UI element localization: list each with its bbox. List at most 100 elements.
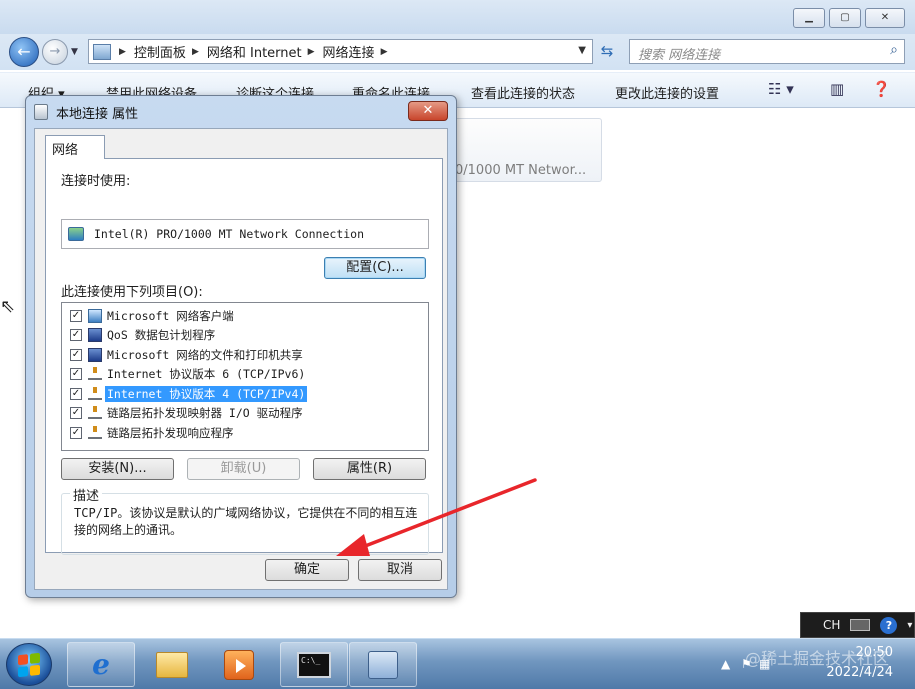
close-button[interactable]: ✕: [865, 8, 905, 28]
breadcrumb-network-connections[interactable]: 网络连接: [323, 42, 375, 61]
dialog-titlebar: 本地连接 属性: [34, 102, 138, 122]
search-icon[interactable]: ⌕: [890, 42, 898, 58]
item-checkbox[interactable]: ✓: [70, 309, 82, 322]
taskbar-internet-explorer[interactable]: e: [67, 642, 135, 687]
list-item[interactable]: ✓ Microsoft 网络的文件和打印机共享: [62, 345, 428, 365]
item-checkbox[interactable]: ✓: [70, 387, 82, 400]
chevron-right-icon[interactable]: ▶: [119, 47, 126, 57]
list-item-selected[interactable]: ✓ Internet 协议版本 4 (TCP/IPv4): [62, 384, 428, 404]
help-icon[interactable]: ❓: [872, 80, 891, 100]
command-prompt-icon: C:\_: [297, 651, 331, 678]
refresh-icon[interactable]: ⇆: [595, 39, 619, 64]
taskbar-command-prompt[interactable]: C:\_: [280, 642, 348, 687]
recent-pages-dropdown[interactable]: ▼: [71, 47, 78, 57]
item-checkbox[interactable]: ✓: [70, 407, 82, 420]
taskbar-file-explorer[interactable]: [138, 642, 206, 687]
adapter-name: Intel(R) PRO/1000 MT Network Connection: [94, 227, 365, 241]
list-item[interactable]: ✓ Internet 协议版本 6 (TCP/IPv6): [62, 365, 428, 385]
system-tray: ▲ ⚑ ▦ @稀土掘金技术社区 20:50 2022/4/24: [715, 639, 915, 689]
chevron-right-icon[interactable]: ▶: [381, 47, 388, 57]
language-bar[interactable]: CH ? ▾: [800, 612, 915, 638]
help-icon[interactable]: ?: [880, 616, 898, 634]
connection-tile-label: 0/1000 MT Networ...: [455, 163, 587, 178]
item-label: Microsoft 网络客户端: [107, 308, 234, 323]
computer-icon: [88, 328, 102, 343]
show-hidden-icons-icon[interactable]: ▲: [721, 657, 730, 671]
protocol-icon: [88, 425, 102, 439]
windows-logo-icon: [18, 652, 40, 677]
computer-icon: [88, 347, 102, 362]
view-options-icon[interactable]: ☷ ▾: [768, 80, 794, 100]
minimize-button[interactable]: ▁: [793, 8, 825, 28]
item-label: Internet 协议版本 6 (TCP/IPv6): [107, 367, 306, 382]
start-button[interactable]: [6, 643, 52, 686]
change-settings-button[interactable]: 更改此连接的设置: [615, 83, 719, 102]
description-group: 描述 TCP/IP。该协议是默认的广域网络协议，它提供在不同的相互连接的网络上的…: [61, 485, 429, 555]
configure-button[interactable]: 配置(C)...: [324, 257, 426, 279]
chevron-right-icon[interactable]: ▶: [308, 47, 315, 57]
item-label: Microsoft 网络的文件和打印机共享: [107, 347, 303, 362]
network-connections-icon: [368, 650, 398, 679]
internet-explorer-icon: e: [92, 648, 110, 681]
item-label: 链路层拓扑发现映射器 I/O 驱动程序: [107, 406, 303, 421]
network-adapter-icon: [68, 227, 84, 241]
keyboard-icon[interactable]: [850, 619, 871, 631]
taskbar-media-player[interactable]: [205, 642, 273, 687]
cancel-button[interactable]: 取消: [358, 559, 442, 581]
preview-pane-icon[interactable]: ▥: [830, 80, 844, 100]
description-title: 描述: [70, 485, 103, 504]
navigation-bar: ← → ▼ ▶ 控制面板 ▶ 网络和 Internet ▶ 网络连接 ▶ ▼ ⇆…: [0, 34, 915, 70]
breadcrumb-control-panel[interactable]: 控制面板: [134, 42, 186, 61]
chevron-down-icon[interactable]: ▾: [907, 620, 912, 631]
window-titlebar: ▁ ▢ ✕: [0, 0, 915, 34]
list-item[interactable]: ✓ 链路层拓扑发现映射器 I/O 驱动程序: [62, 404, 428, 424]
forward-button[interactable]: →: [42, 39, 68, 65]
connection-items-list[interactable]: ✓ Microsoft 网络客户端 ✓ QoS 数据包计划程序 ✓ Micros…: [61, 302, 429, 451]
dialog-body: 网络 连接时使用: Intel(R) PRO/1000 MT Network C…: [34, 128, 448, 590]
media-player-icon: [224, 649, 254, 680]
properties-button[interactable]: 属性(R): [313, 458, 426, 480]
item-label: 链路层拓扑发现响应程序: [107, 425, 234, 440]
ok-button[interactable]: 确定: [265, 559, 349, 581]
protocol-icon: [88, 406, 102, 420]
folder-icon: [156, 651, 188, 678]
back-button[interactable]: ←: [9, 37, 39, 67]
description-text: TCP/IP。该协议是默认的广域网络协议，它提供在不同的相互连接的网络上的通讯。: [74, 506, 418, 537]
list-item[interactable]: ✓ QoS 数据包计划程序: [62, 326, 428, 346]
item-checkbox[interactable]: ✓: [70, 348, 82, 361]
uninstall-button[interactable]: 卸载(U): [187, 458, 300, 480]
install-button[interactable]: 安装(N)...: [61, 458, 174, 480]
item-label: Internet 协议版本 4 (TCP/IPv4): [105, 385, 308, 402]
protocol-icon: [88, 386, 102, 400]
tab-network[interactable]: 网络: [45, 135, 105, 159]
network-client-icon: [88, 308, 102, 323]
protocol-icon: [88, 367, 102, 381]
item-checkbox[interactable]: ✓: [70, 426, 82, 439]
taskbar: e C:\_ ▲ ⚑ ▦ @稀土掘金技术社区 20:50 2022/4/24: [0, 638, 915, 689]
chevron-right-icon[interactable]: ▶: [192, 47, 199, 57]
item-checkbox[interactable]: ✓: [70, 368, 82, 381]
clock-time[interactable]: 20:50: [856, 645, 893, 660]
network-adapter-icon: [34, 104, 48, 120]
breadcrumb-network-internet[interactable]: 网络和 Internet: [207, 42, 302, 61]
language-indicator[interactable]: CH: [823, 618, 840, 632]
clock-date[interactable]: 2022/4/24: [826, 665, 893, 680]
taskbar-network-connections[interactable]: [349, 642, 417, 687]
item-label: QoS 数据包计划程序: [107, 328, 216, 343]
search-input[interactable]: 搜索 网络连接 ⌕: [629, 39, 905, 64]
network-tab-page: 连接时使用: Intel(R) PRO/1000 MT Network Conn…: [45, 158, 443, 555]
items-label: 此连接使用下列项目(O):: [61, 285, 203, 300]
connection-tile[interactable]: 0/1000 MT Networ...: [440, 118, 602, 182]
list-item[interactable]: ✓ Microsoft 网络客户端: [62, 306, 428, 326]
local-connection-properties-dialog: 本地连接 属性 ✕ 网络 连接时使用: Intel(R) PRO/1000 MT…: [25, 95, 457, 598]
list-item[interactable]: ✓ 链路层拓扑发现响应程序: [62, 423, 428, 443]
search-placeholder: 搜索 网络连接: [638, 48, 721, 63]
address-bar[interactable]: ▶ 控制面板 ▶ 网络和 Internet ▶ 网络连接 ▶ ▼: [88, 39, 593, 64]
view-status-button[interactable]: 查看此连接的状态: [471, 83, 575, 102]
dialog-close-button[interactable]: ✕: [408, 101, 448, 121]
chevron-down-icon[interactable]: ▼: [578, 45, 586, 56]
item-checkbox[interactable]: ✓: [70, 329, 82, 342]
maximize-button[interactable]: ▢: [829, 8, 861, 28]
mouse-pointer-icon: ⇖: [0, 296, 16, 317]
dialog-title: 本地连接 属性: [56, 106, 139, 122]
